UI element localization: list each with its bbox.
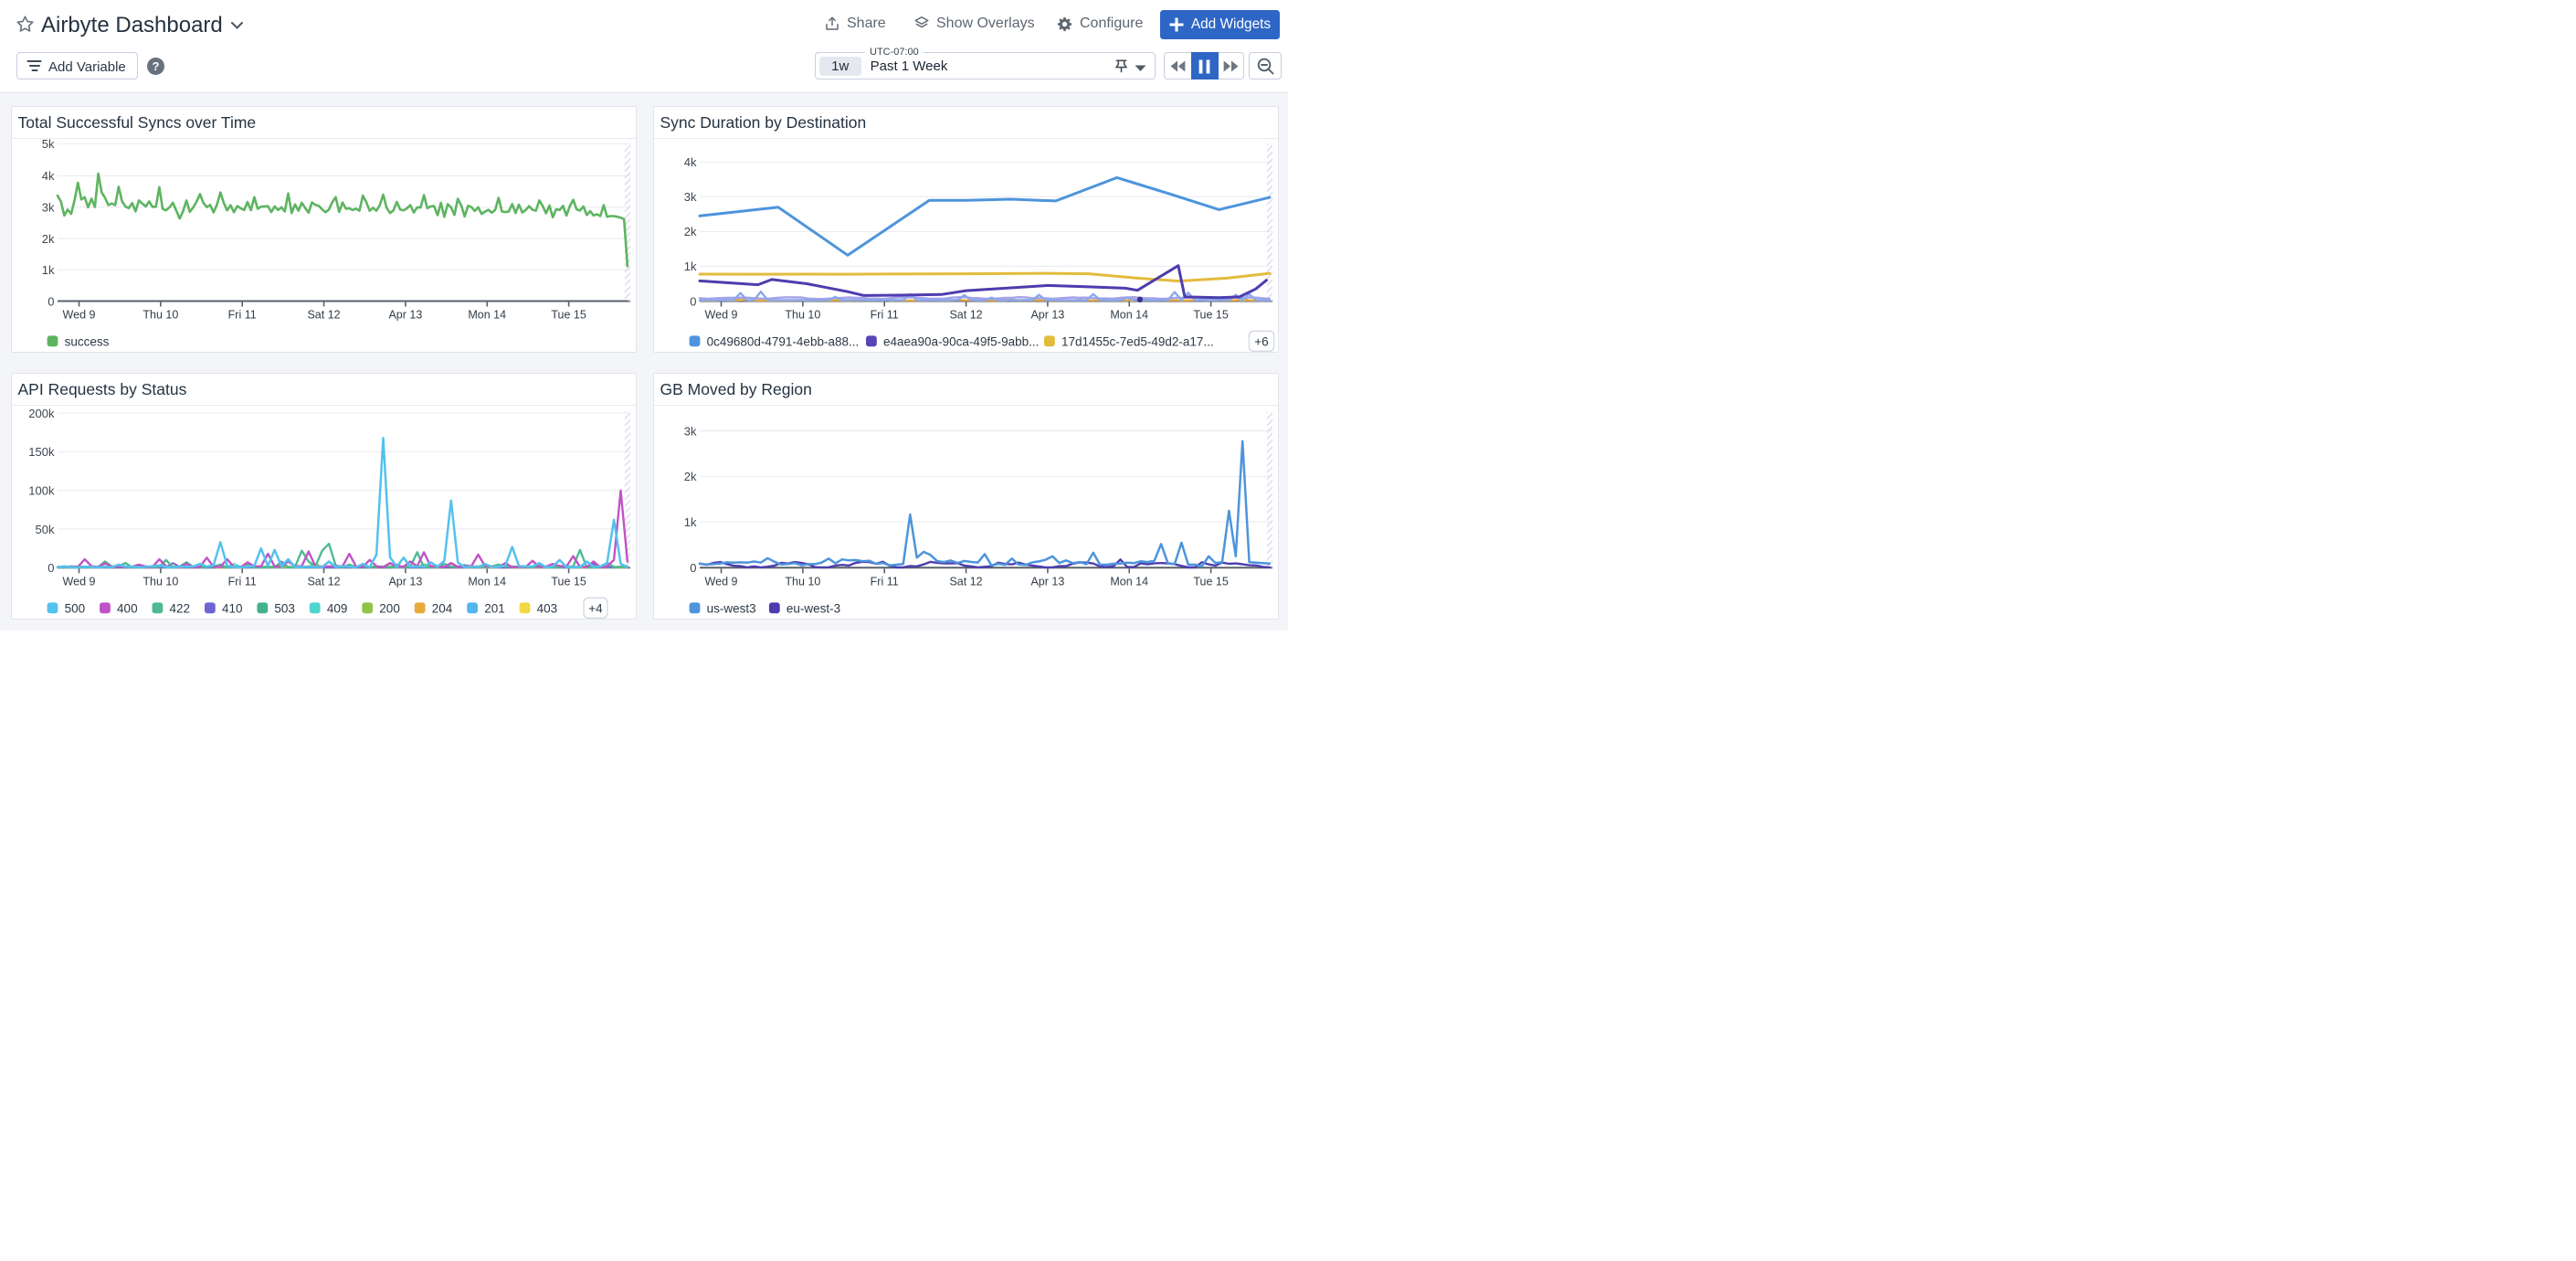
svg-text:Thu 10: Thu 10	[143, 575, 178, 588]
svg-text:Thu 10: Thu 10	[785, 309, 820, 322]
svg-text:Fri 11: Fri 11	[228, 575, 257, 588]
svg-text:1k: 1k	[684, 514, 697, 528]
svg-text:4k: 4k	[684, 155, 697, 169]
svg-text:422: 422	[170, 601, 191, 615]
svg-text:Thu 10: Thu 10	[143, 309, 178, 322]
svg-text:1k: 1k	[42, 263, 55, 277]
svg-text:200: 200	[379, 601, 400, 615]
svg-text:Tue 15: Tue 15	[1193, 309, 1229, 322]
svg-text:+6: +6	[1254, 334, 1268, 348]
svg-text:4k: 4k	[42, 169, 55, 183]
svg-text:Apr 13: Apr 13	[388, 309, 422, 322]
svg-text:2k: 2k	[684, 470, 697, 483]
svg-text:0: 0	[48, 561, 54, 575]
svg-text:eu-west-3: eu-west-3	[787, 601, 840, 615]
svg-text:3k: 3k	[42, 201, 55, 215]
svg-text:150k: 150k	[28, 445, 55, 459]
svg-text:204: 204	[432, 601, 453, 615]
svg-text:Wed 9: Wed 9	[705, 575, 738, 588]
svg-text:503: 503	[274, 601, 295, 615]
svg-text:400: 400	[117, 601, 138, 615]
svg-text:0: 0	[690, 294, 696, 308]
svg-text:Fri 11: Fri 11	[871, 575, 899, 588]
svg-text:Tue 15: Tue 15	[551, 575, 586, 588]
svg-text:Fri 11: Fri 11	[871, 309, 899, 322]
svg-text:Mon 14: Mon 14	[468, 575, 506, 588]
svg-text:Sat 12: Sat 12	[307, 309, 340, 322]
svg-text:0: 0	[48, 294, 54, 308]
svg-text:Apr 13: Apr 13	[1030, 575, 1064, 588]
svg-text:409: 409	[327, 601, 348, 615]
svg-text:2k: 2k	[42, 232, 55, 246]
svg-text:3k: 3k	[684, 190, 697, 204]
svg-text:0c49680d-4791-4ebb-a88...: 0c49680d-4791-4ebb-a88...	[707, 335, 860, 349]
svg-text:410: 410	[222, 601, 243, 615]
svg-text:Wed 9: Wed 9	[63, 309, 96, 322]
svg-text:200k: 200k	[28, 406, 55, 419]
svg-text:us-west3: us-west3	[707, 601, 756, 615]
svg-text:Sat 12: Sat 12	[949, 309, 982, 322]
svg-text:Fri 11: Fri 11	[228, 309, 257, 322]
svg-text:Sat 12: Sat 12	[949, 575, 982, 588]
svg-text:3k: 3k	[684, 424, 697, 438]
svg-text:Mon 14: Mon 14	[1110, 575, 1148, 588]
svg-text:Wed 9: Wed 9	[705, 309, 738, 322]
svg-text:0: 0	[690, 561, 696, 575]
svg-text:Thu 10: Thu 10	[785, 575, 820, 588]
svg-text:17d1455c-7ed5-49d2-a17...: 17d1455c-7ed5-49d2-a17...	[1061, 335, 1214, 349]
svg-text:1k: 1k	[684, 260, 697, 273]
svg-text:?: ?	[153, 59, 160, 73]
svg-text:100k: 100k	[28, 483, 55, 497]
svg-text:50k: 50k	[36, 522, 55, 535]
svg-text:500: 500	[65, 601, 86, 615]
svg-text:403: 403	[537, 601, 558, 615]
svg-text:+4: +4	[588, 601, 603, 615]
svg-text:Tue 15: Tue 15	[551, 309, 586, 322]
svg-text:Mon 14: Mon 14	[1110, 309, 1148, 322]
svg-text:5k: 5k	[42, 138, 55, 151]
svg-text:e4aea90a-90ca-49f5-9abb...: e4aea90a-90ca-49f5-9abb...	[883, 335, 1039, 349]
svg-text:Apr 13: Apr 13	[388, 575, 422, 588]
svg-text:201: 201	[484, 601, 505, 615]
svg-text:Apr 13: Apr 13	[1030, 309, 1064, 322]
svg-text:2k: 2k	[684, 225, 697, 238]
svg-text:Wed 9: Wed 9	[63, 575, 96, 588]
svg-text:Mon 14: Mon 14	[468, 309, 506, 322]
svg-text:success: success	[65, 335, 110, 349]
svg-text:Sat 12: Sat 12	[307, 575, 340, 588]
svg-text:Tue 15: Tue 15	[1193, 575, 1229, 588]
